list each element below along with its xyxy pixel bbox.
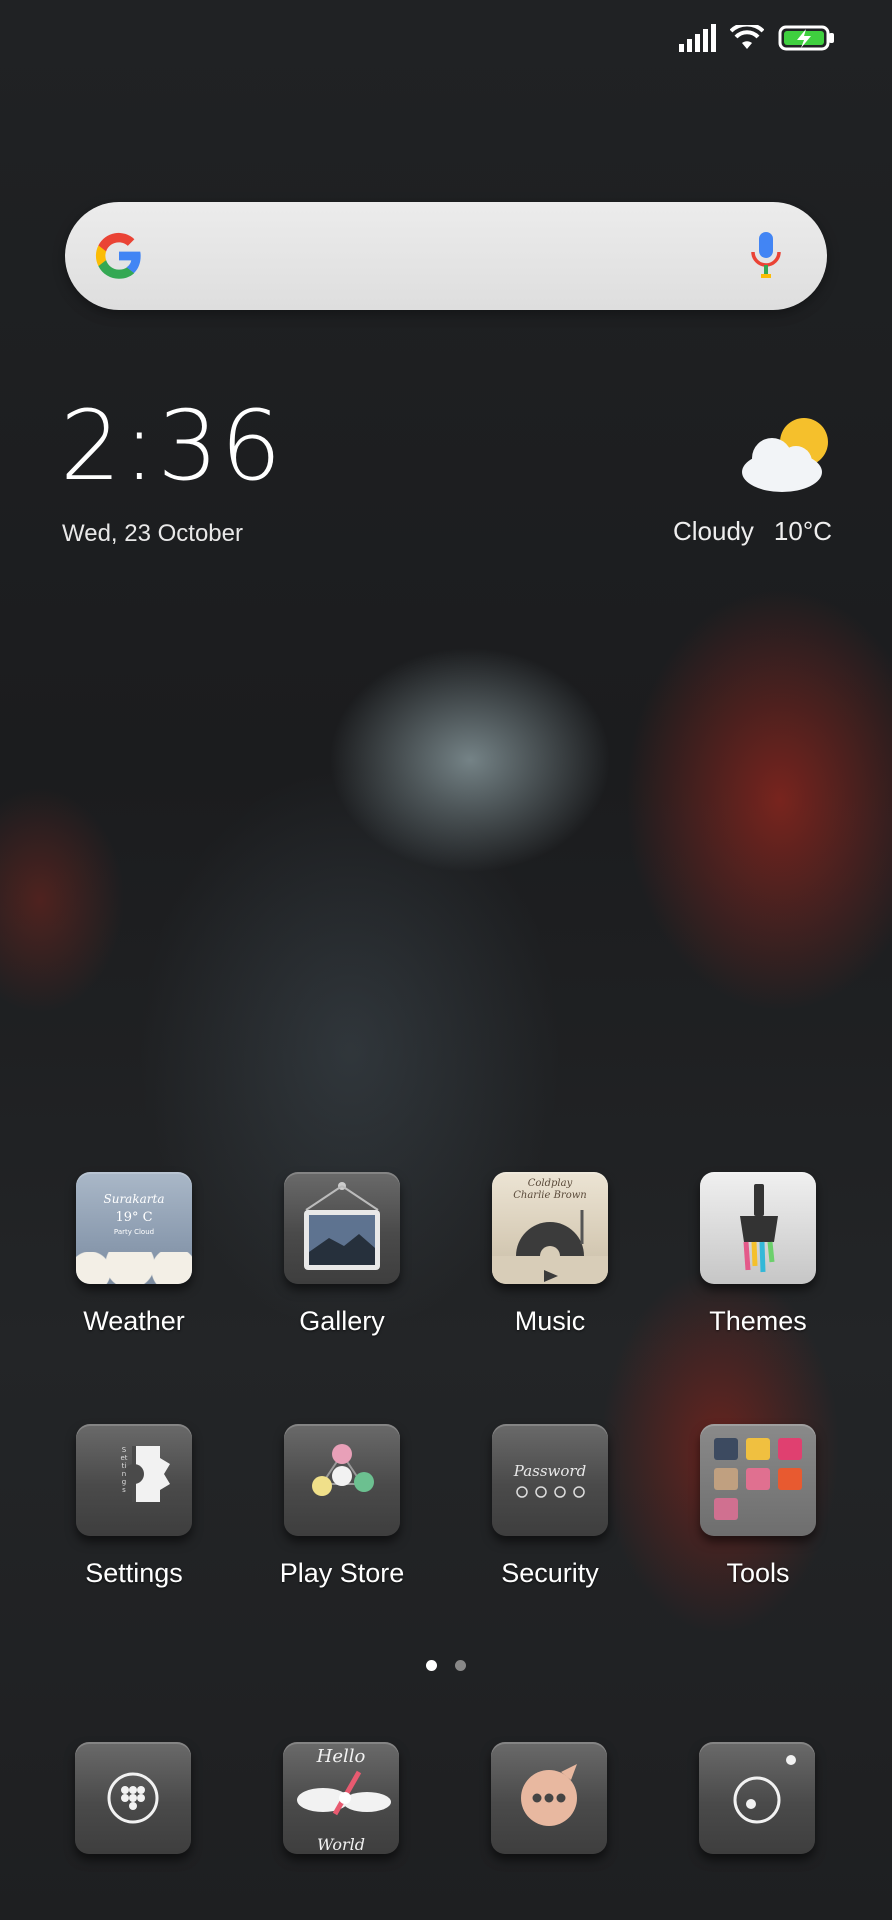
app-themes[interactable]: Themes <box>663 1172 853 1337</box>
app-label: Play Store <box>279 1558 405 1588</box>
weather-widget[interactable]: Cloudy 10°C <box>673 516 832 547</box>
app-label: Music <box>514 1306 586 1336</box>
wifi-icon <box>730 25 764 49</box>
dock-browser[interactable]: Hello World <box>246 1742 436 1854</box>
clock-time[interactable]: 2:36 <box>60 398 284 494</box>
app-weather[interactable]: Surakarta 19° C Party Cloud Weather <box>39 1172 229 1337</box>
phone-dialer-icon <box>75 1742 191 1854</box>
clock-date[interactable]: Wed, 23 October <box>62 520 243 548</box>
weather-temperature: 10°C <box>773 516 832 546</box>
app-security[interactable]: Password Security <box>455 1424 645 1589</box>
search-bar[interactable] <box>65 202 827 310</box>
weather-condition: Cloudy <box>672 516 754 546</box>
app-label: Settings <box>85 1558 183 1588</box>
page-dot[interactable] <box>455 1660 466 1671</box>
dock-phone[interactable] <box>38 1742 228 1854</box>
app-label: Gallery <box>299 1306 385 1336</box>
gallery-icon <box>284 1172 400 1284</box>
browser-icon: Hello World <box>283 1742 399 1854</box>
battery-charging-icon <box>778 25 834 51</box>
google-logo-icon <box>95 232 141 279</box>
app-settings[interactable]: Settings Settings <box>39 1424 229 1589</box>
app-music[interactable]: Coldplay Charlie Brown Music <box>455 1172 645 1337</box>
tools-folder-icon <box>700 1424 816 1536</box>
dock-messages[interactable] <box>454 1742 644 1854</box>
play-store-icon <box>284 1424 400 1536</box>
mic-icon[interactable] <box>749 230 783 282</box>
status-bar <box>679 24 836 52</box>
camera-icon <box>699 1742 815 1854</box>
app-play-store[interactable]: Play Store <box>247 1424 437 1589</box>
dock-camera[interactable] <box>662 1742 852 1854</box>
gear-icon: Settings <box>76 1424 192 1536</box>
page-indicator <box>0 1660 892 1671</box>
app-tools-folder[interactable]: Tools <box>663 1424 853 1589</box>
app-label: Tools <box>726 1558 790 1588</box>
app-label: Weather <box>83 1306 185 1336</box>
paint-brush-icon <box>700 1172 816 1284</box>
music-icon: Coldplay Charlie Brown <box>492 1172 608 1284</box>
partly-cloudy-icon[interactable] <box>736 414 832 496</box>
weather-app-icon: Surakarta 19° C Party Cloud <box>76 1172 192 1284</box>
app-gallery[interactable]: Gallery <box>247 1172 437 1337</box>
app-label: Themes <box>709 1306 807 1336</box>
security-lock-icon: Password <box>492 1424 608 1536</box>
page-dot-active[interactable] <box>426 1660 437 1671</box>
messages-icon <box>491 1742 607 1854</box>
app-label: Security <box>501 1558 599 1588</box>
signal-icon <box>679 24 716 52</box>
